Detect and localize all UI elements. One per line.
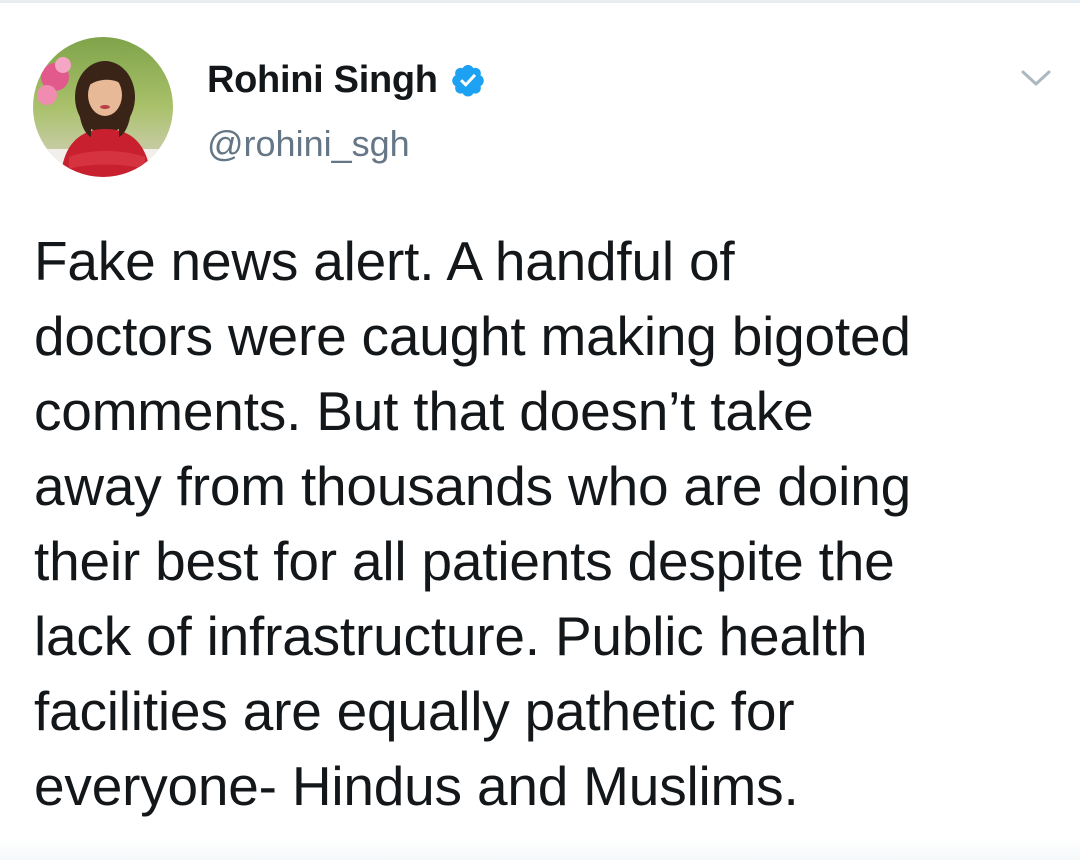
- author-display-name[interactable]: Rohini Singh: [207, 59, 438, 102]
- tweet-text: Fake news alert. A handful of doctors we…: [34, 230, 911, 817]
- bottom-edge: [0, 840, 1080, 860]
- tweet-menu-button[interactable]: [1018, 63, 1054, 93]
- author-handle[interactable]: @rohini_sgh: [207, 123, 410, 165]
- profile-photo-icon: [33, 37, 173, 177]
- author-row: Rohini Singh: [207, 56, 486, 104]
- tweet-card: Rohini Singh @rohini_sgh Fake news alert…: [0, 3, 1080, 860]
- verified-badge-icon: [450, 62, 486, 98]
- chevron-down-icon: [1021, 70, 1051, 86]
- avatar[interactable]: [33, 37, 173, 177]
